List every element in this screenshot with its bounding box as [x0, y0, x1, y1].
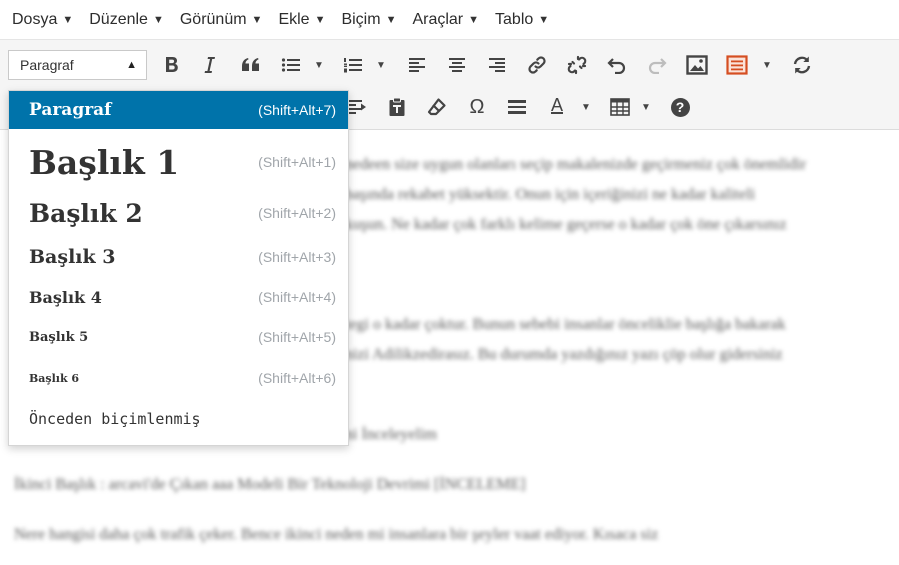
refresh-icon[interactable] [787, 50, 817, 80]
menu-araclar[interactable]: Araçlar ▼ [404, 0, 487, 40]
format-option-h4[interactable]: Başlık 4 (Shift+Alt+4) [9, 277, 348, 317]
bullet-list-icon[interactable] [276, 50, 306, 80]
content-line: nizi Adilikzedirasız. Bu durumda yazdığı… [345, 346, 783, 363]
align-left-icon[interactable] [402, 50, 432, 80]
redo-icon[interactable] [642, 50, 672, 80]
chevron-down-icon[interactable]: ▼ [762, 60, 772, 71]
unlink-icon[interactable] [562, 50, 592, 80]
align-right-icon[interactable] [482, 50, 512, 80]
format-option-h6[interactable]: Başlık 6 (Shift+Alt+6) [9, 358, 348, 398]
chevron-down-icon: ▼ [538, 13, 550, 26]
content-line: başında rekabet yüksektir. Onun için içe… [345, 186, 756, 203]
help-icon[interactable]: ? [665, 92, 695, 122]
content-line: nedeen size uygun olanları seçip makalen… [345, 156, 807, 173]
format-select[interactable]: Paragraf ▲ [8, 50, 147, 80]
media-icon[interactable] [722, 50, 752, 80]
italic-icon[interactable] [195, 50, 225, 80]
chevron-down-icon: ▼ [468, 13, 480, 26]
format-option-h2[interactable]: Başlık 2 (Shift+Alt+2) [9, 191, 348, 235]
menubar: Dosya ▼ Düzenle ▼ Görünüm ▼ Ekle ▼ Biçim ▼ Ar… [0, 0, 899, 40]
chevron-down-icon: ▼ [62, 13, 74, 26]
chevron-down-icon[interactable]: ▼ [314, 60, 324, 71]
format-option-h5[interactable]: Başlık 5 (Shift+Alt+5) [9, 317, 348, 357]
chevron-down-icon[interactable]: ▼ [581, 102, 591, 113]
image-icon[interactable] [682, 50, 712, 80]
format-option-h1[interactable]: Başlık 1 (Shift+Alt+1) [9, 137, 348, 187]
format-option-h3[interactable]: Başlık 3 (Shift+Alt+3) [9, 237, 348, 277]
format-option-paragraf[interactable]: Paragraf (Shift+Alt+7) [9, 91, 348, 129]
format-dropdown: Paragraf (Shift+Alt+7) Başlık 1 (Shift+A… [8, 90, 349, 446]
content-line: İkinci Başlık : arcavi'de Çıkan aaa Mode… [14, 476, 526, 493]
undo-icon[interactable] [602, 50, 632, 80]
content-line: kuşun. Ne kadar çok farklı kelime geçers… [345, 216, 787, 233]
menu-tablo[interactable]: Tablo ▼ [487, 0, 557, 40]
table-icon[interactable] [605, 92, 635, 122]
menu-ekle[interactable]: Ekle ▼ [270, 0, 333, 40]
menu-duzenle[interactable]: Düzenle ▼ [81, 0, 172, 40]
chevron-down-icon: ▼ [152, 13, 164, 26]
omega-icon[interactable]: Ω [462, 92, 492, 122]
chevron-down-icon: ▼ [251, 13, 263, 26]
content-line: ni İnceleyelim [345, 426, 437, 443]
chevron-down-icon: ▼ [314, 13, 326, 26]
chevron-down-icon[interactable]: ▼ [641, 102, 651, 113]
blockquote-icon[interactable] [236, 50, 266, 80]
chevron-down-icon: ▼ [385, 13, 397, 26]
content-line: tegi o kadar çoktur. Bunun sebebi insanl… [345, 316, 786, 333]
content-line: Nere hangisi daha çok trafik çeker. Benc… [14, 526, 659, 543]
menu-dosya[interactable]: Dosya ▼ [4, 0, 81, 40]
paste-text-icon[interactable] [382, 92, 412, 122]
chevron-down-icon[interactable]: ▼ [376, 60, 386, 71]
chevron-up-icon: ▲ [126, 59, 137, 71]
format-option-preformatted[interactable]: Önceden biçimlenmiş [9, 399, 348, 439]
align-center-icon[interactable] [442, 50, 472, 80]
horizontal-rule-icon[interactable] [502, 92, 532, 122]
numbered-list-icon[interactable] [338, 50, 368, 80]
format-select-value: Paragraf [20, 57, 74, 73]
text-color-icon[interactable]: A [542, 90, 572, 120]
link-icon[interactable] [522, 50, 552, 80]
menu-bicim[interactable]: Biçim ▼ [333, 0, 404, 40]
bold-icon[interactable] [157, 50, 187, 80]
clear-format-icon[interactable] [422, 92, 452, 122]
menu-gorunum[interactable]: Görünüm ▼ [172, 0, 271, 40]
